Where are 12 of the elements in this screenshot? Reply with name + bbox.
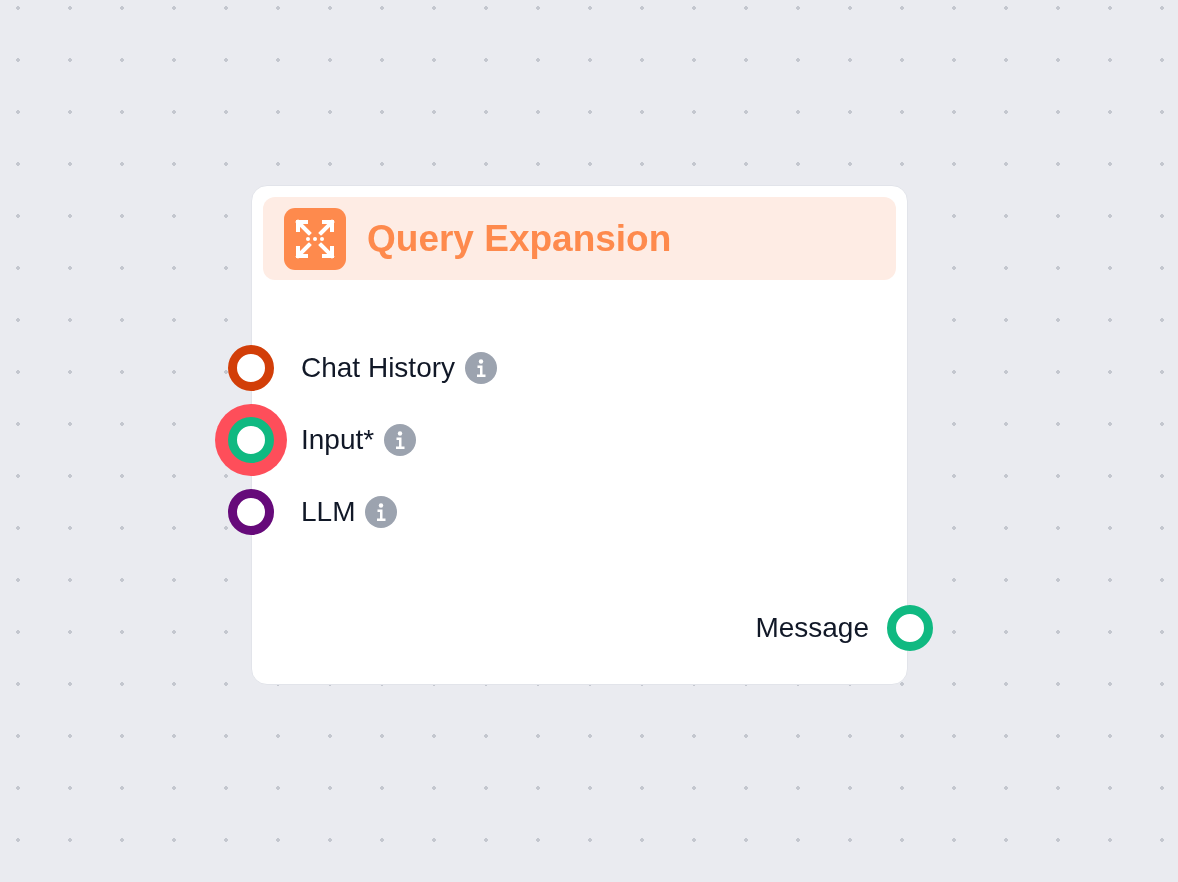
node-title: Query Expansion [367, 217, 672, 260]
info-icon[interactable] [365, 496, 398, 528]
input-handle[interactable] [228, 345, 274, 391]
output-label: Message [755, 612, 869, 644]
expand-icon [284, 207, 346, 270]
output-handle[interactable] [887, 605, 933, 651]
input-handle[interactable] [228, 489, 274, 535]
input-label: Chat History [301, 352, 456, 384]
input-label: LLM [301, 496, 356, 528]
info-icon[interactable] [465, 352, 498, 384]
input-label: Input* [301, 424, 375, 456]
info-icon[interactable] [384, 424, 417, 456]
